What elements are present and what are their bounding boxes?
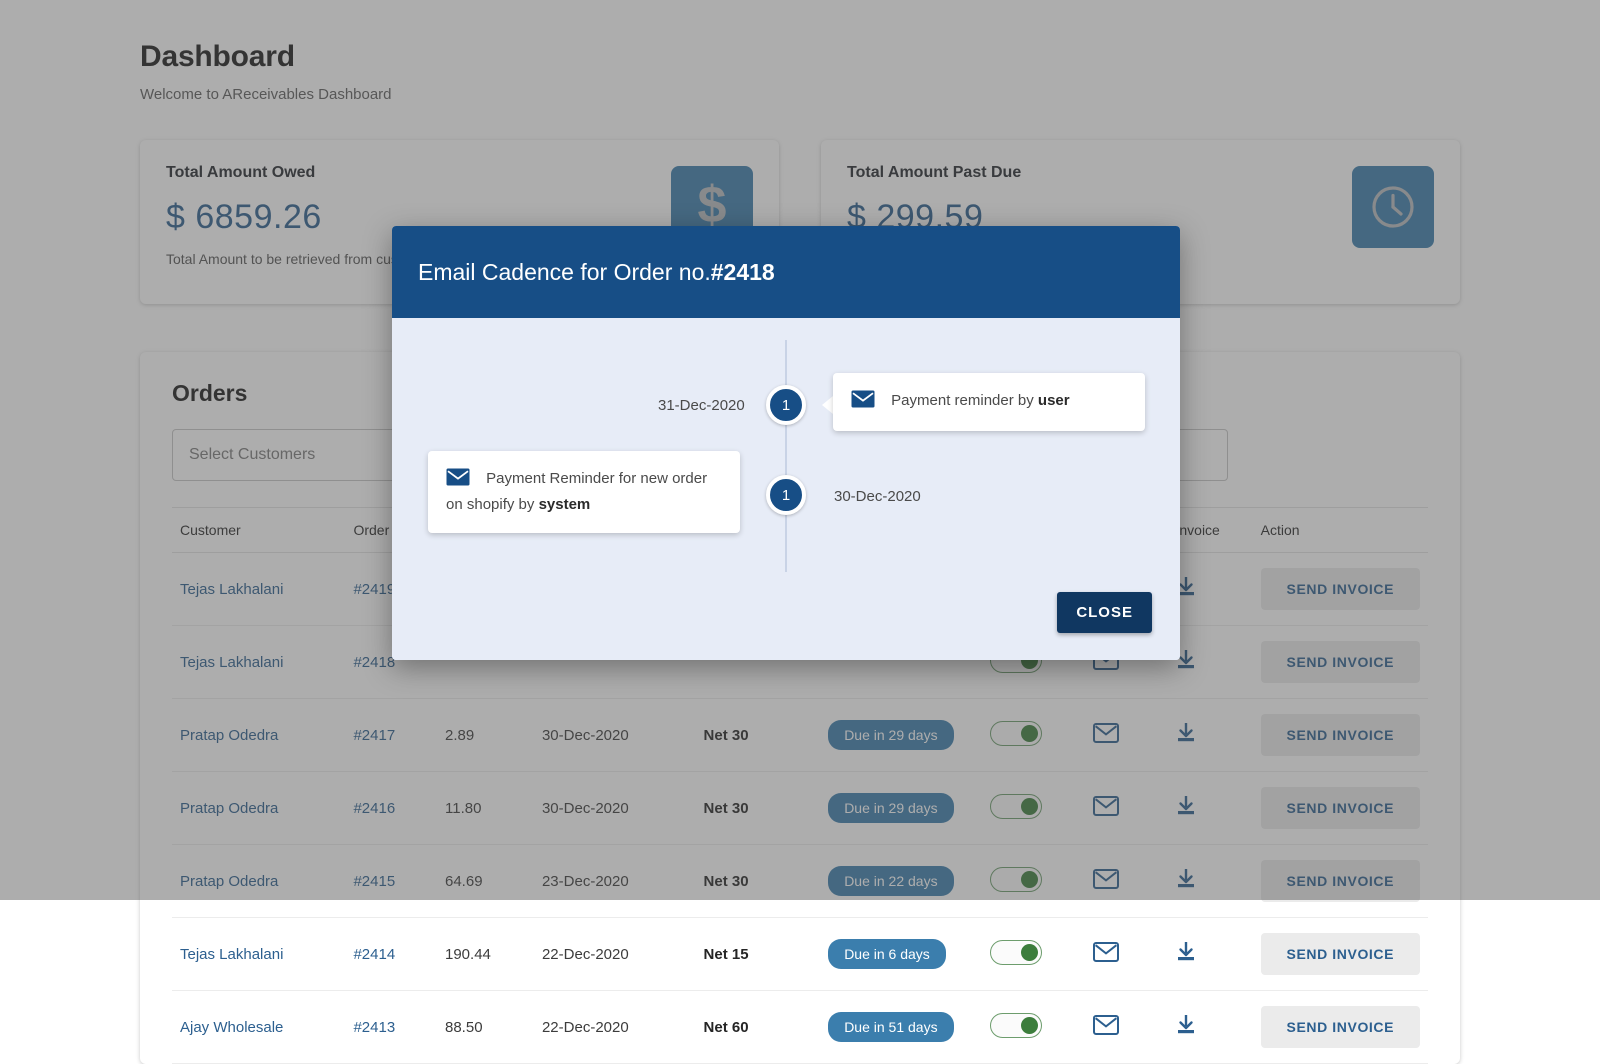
envelope-icon <box>851 390 875 415</box>
cell-customer[interactable]: Tejas Lakhalani <box>172 918 345 991</box>
envelope-icon[interactable] <box>1093 1015 1119 1035</box>
timeline-card-actor-2: system <box>539 496 591 513</box>
timeline-card-text-1: Payment reminder by <box>891 392 1038 409</box>
cell-auto-pay <box>982 918 1085 991</box>
timeline-date-2: 30-Dec-2020 <box>834 488 921 505</box>
timeline-card-1: Payment reminder by user <box>833 373 1145 431</box>
timeline-date-1: 31-Dec-2020 <box>658 397 745 414</box>
cell-amount: 88.50 <box>437 991 534 1064</box>
timeline-dot-count: 1 <box>782 397 790 414</box>
timeline-connector <box>785 340 787 572</box>
modal-body: 1 31-Dec-2020 Payment reminder by user 1… <box>392 318 1180 660</box>
cell-terms: Net 15 <box>696 918 821 991</box>
envelope-icon[interactable] <box>1093 942 1119 962</box>
timeline-arrow-1 <box>822 396 833 414</box>
modal-header: Email Cadence for Order no. #2418 <box>392 226 1180 318</box>
toggle-knob <box>1021 1017 1038 1034</box>
cell-action: SEND INVOICE <box>1253 991 1428 1064</box>
cell-email <box>1085 918 1167 991</box>
cell-action: SEND INVOICE <box>1253 918 1428 991</box>
cell-order-date: 22-Dec-2020 <box>534 918 696 991</box>
email-cadence-modal: Email Cadence for Order no. #2418 1 31-D… <box>392 226 1180 660</box>
send-invoice-button[interactable]: SEND INVOICE <box>1261 1006 1420 1048</box>
cell-terms: Net 60 <box>696 991 821 1064</box>
download-icon[interactable] <box>1175 941 1197 963</box>
cell-invoice <box>1167 918 1252 991</box>
envelope-icon <box>446 468 470 493</box>
modal-order-number: #2418 <box>711 259 775 286</box>
cell-status: Due in 6 days <box>820 918 982 991</box>
cell-status: Due in 51 days <box>820 991 982 1064</box>
cell-order[interactable]: #2414 <box>345 918 437 991</box>
cell-amount: 190.44 <box>437 918 534 991</box>
status-badge: Due in 6 days <box>828 939 946 969</box>
cell-invoice <box>1167 991 1252 1064</box>
download-icon[interactable] <box>1175 1014 1197 1036</box>
timeline-card-2: Payment Reminder for new order on shopif… <box>428 451 740 533</box>
close-button[interactable]: CLOSE <box>1057 592 1152 633</box>
send-invoice-button[interactable]: SEND INVOICE <box>1261 933 1420 975</box>
auto-pay-toggle[interactable] <box>990 1013 1042 1038</box>
modal-title-prefix: Email Cadence for Order no. <box>418 259 711 286</box>
cell-email <box>1085 991 1167 1064</box>
toggle-knob <box>1021 944 1038 961</box>
table-row: Ajay Wholesale#241388.5022-Dec-2020Net 6… <box>172 991 1428 1064</box>
table-row: Tejas Lakhalani#2414190.4422-Dec-2020Net… <box>172 918 1428 991</box>
cell-customer[interactable]: Ajay Wholesale <box>172 991 345 1064</box>
timeline-dot-count: 1 <box>782 487 790 504</box>
cell-auto-pay <box>982 991 1085 1064</box>
timeline-dot-1: 1 <box>766 385 806 425</box>
cell-order-date: 22-Dec-2020 <box>534 991 696 1064</box>
auto-pay-toggle[interactable] <box>990 940 1042 965</box>
status-badge: Due in 51 days <box>828 1012 953 1042</box>
timeline-dot-2: 1 <box>766 475 806 515</box>
timeline-card-actor-1: user <box>1038 392 1070 409</box>
cell-order[interactable]: #2413 <box>345 991 437 1064</box>
